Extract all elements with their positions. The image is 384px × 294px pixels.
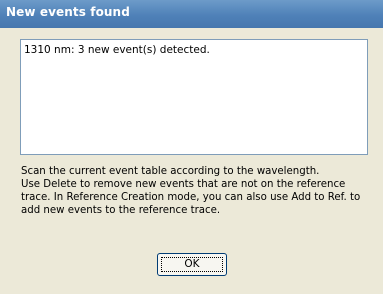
title-bar[interactable]: New events found bbox=[0, 0, 383, 28]
description-line: Scan the current event table according t… bbox=[21, 166, 320, 177]
description-line: add new events to the reference trace. bbox=[21, 205, 221, 216]
list-item[interactable]: 1310 nm: 3 new event(s) detected. bbox=[24, 44, 210, 56]
new-events-list[interactable]: 1310 nm: 3 new event(s) detected. bbox=[20, 39, 368, 155]
description-text: Scan the current event table according t… bbox=[21, 165, 377, 217]
description-line: trace. In Reference Creation mode, you c… bbox=[21, 192, 361, 203]
new-events-dialog: New events found 1310 nm: 3 new event(s)… bbox=[0, 0, 383, 294]
description-line: Use Delete to remove new events that are… bbox=[21, 179, 346, 190]
dialog-title: New events found bbox=[6, 5, 130, 19]
ok-button[interactable]: OK bbox=[157, 253, 227, 276]
ok-button-label: OK bbox=[184, 258, 200, 270]
